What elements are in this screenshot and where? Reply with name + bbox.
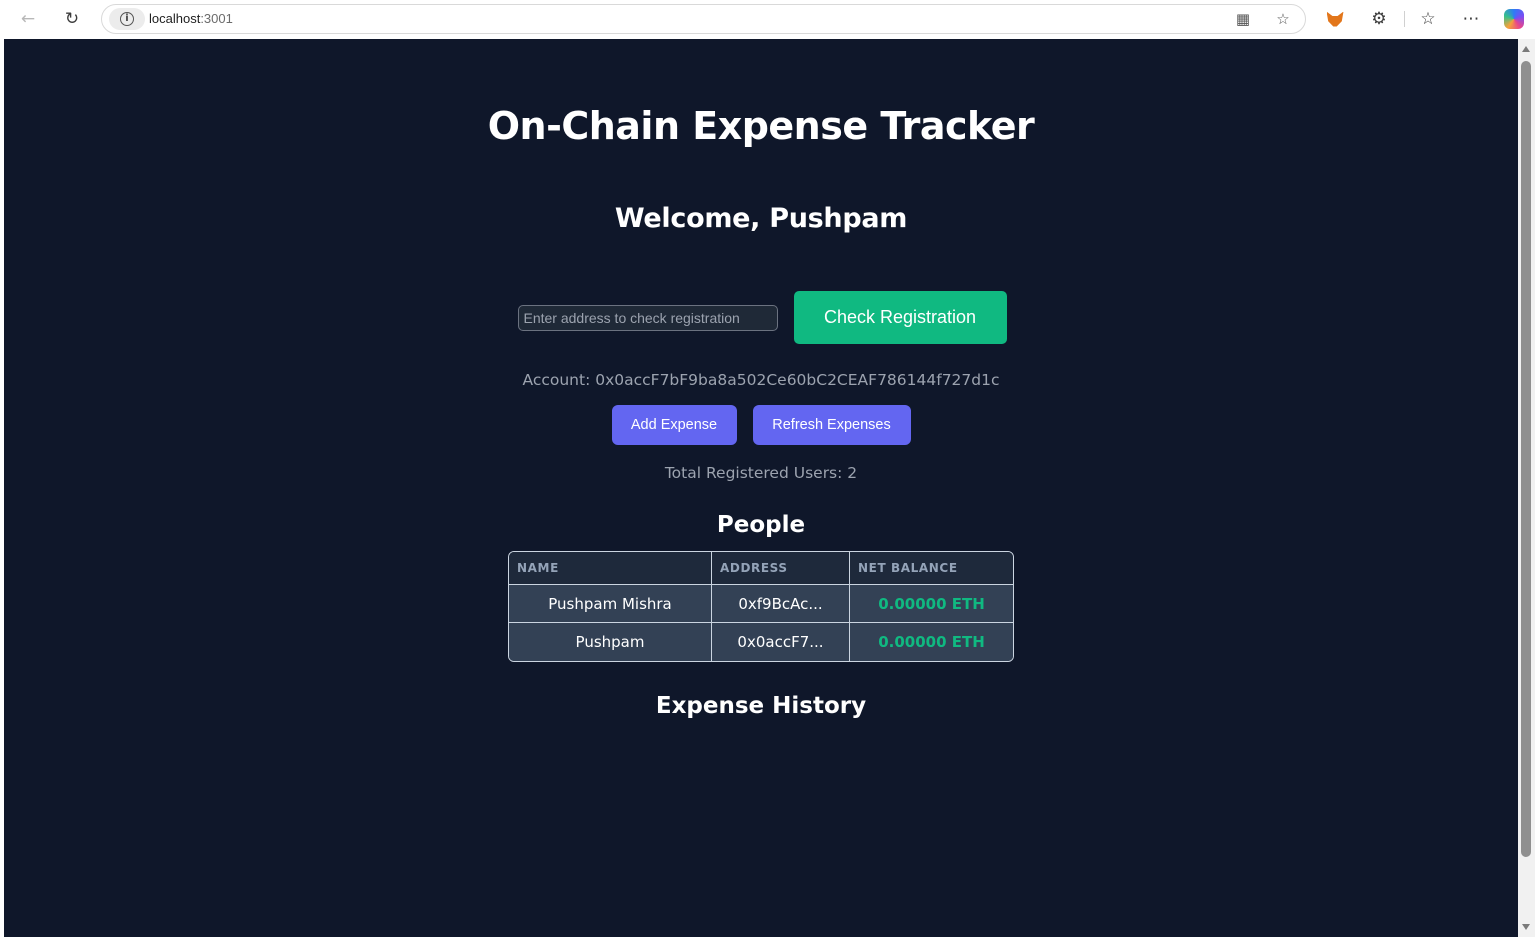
people-table: NAME ADDRESS NET BALANCE Pushpam Mishra … xyxy=(508,551,1014,662)
favorites-list-icon[interactable]: ☆ xyxy=(1414,6,1442,32)
reload-icon[interactable]: ↻ xyxy=(58,6,86,32)
person-balance: 0.00000 ETH xyxy=(850,623,1013,661)
toolbar-divider xyxy=(1404,11,1405,27)
url-port: :3001 xyxy=(200,11,233,26)
site-info-icon[interactable]: i xyxy=(109,8,145,30)
expense-tracker-app: On-Chain Expense Tracker Welcome, Pushpa… xyxy=(4,39,1518,721)
person-name: Pushpam Mishra xyxy=(509,585,712,623)
more-menu-icon[interactable]: ⋯ xyxy=(1457,6,1485,32)
column-header-name: NAME xyxy=(509,552,712,585)
add-expense-button[interactable]: Add Expense xyxy=(611,405,737,445)
page-scrollbar[interactable] xyxy=(1518,39,1535,937)
metamask-extension-icon[interactable] xyxy=(1321,6,1349,32)
page-title: On-Chain Expense Tracker xyxy=(487,104,1035,148)
expense-actions: Add Expense Refresh Expenses xyxy=(611,405,911,445)
column-header-balance: NET BALANCE xyxy=(850,552,1013,585)
person-address: 0xf9BcAc... xyxy=(712,585,850,623)
column-header-address: ADDRESS xyxy=(712,552,850,585)
page-viewport: On-Chain Expense Tracker Welcome, Pushpa… xyxy=(4,39,1518,937)
scrollbar-thumb[interactable] xyxy=(1521,61,1531,857)
address-bar[interactable]: i localhost:3001 ▦ ☆ xyxy=(101,4,1306,34)
browser-toolbar: ← ↻ i localhost:3001 ▦ ☆ ⚙ ☆ ⋯ xyxy=(0,0,1535,38)
table-row: Pushpam Mishra 0xf9BcAc... 0.00000 ETH xyxy=(509,585,1013,623)
scroll-down-icon[interactable] xyxy=(1522,924,1530,930)
refresh-expenses-button[interactable]: Refresh Expenses xyxy=(752,405,911,445)
favorite-star-icon[interactable]: ☆ xyxy=(1270,8,1296,30)
welcome-heading: Welcome, Pushpam xyxy=(614,203,908,234)
person-balance: 0.00000 ETH xyxy=(850,585,1013,623)
expense-history-heading: Expense History xyxy=(655,693,867,719)
registration-check-row: Check Registration xyxy=(517,291,1007,344)
people-heading: People xyxy=(716,512,806,538)
back-arrow-icon[interactable]: ← xyxy=(14,6,42,32)
extensions-puzzle-icon[interactable]: ⚙ xyxy=(1365,6,1393,32)
table-header-row: NAME ADDRESS NET BALANCE xyxy=(509,552,1013,585)
url-text: localhost:3001 xyxy=(149,11,233,26)
url-host: localhost xyxy=(149,11,201,26)
person-name: Pushpam xyxy=(509,623,712,661)
copilot-icon[interactable] xyxy=(1500,6,1528,32)
app-available-icon[interactable]: ▦ xyxy=(1230,8,1256,30)
account-address: Account: 0x0accF7bF9ba8a502Ce60bC2CEAF78… xyxy=(522,371,1000,389)
scroll-up-icon[interactable] xyxy=(1522,46,1530,52)
address-input[interactable] xyxy=(517,304,778,331)
check-registration-button[interactable]: Check Registration xyxy=(793,291,1007,344)
table-row: Pushpam 0x0accF7... 0.00000 ETH xyxy=(509,623,1013,661)
person-address: 0x0accF7... xyxy=(712,623,850,661)
total-users-count: Total Registered Users: 2 xyxy=(664,464,858,482)
